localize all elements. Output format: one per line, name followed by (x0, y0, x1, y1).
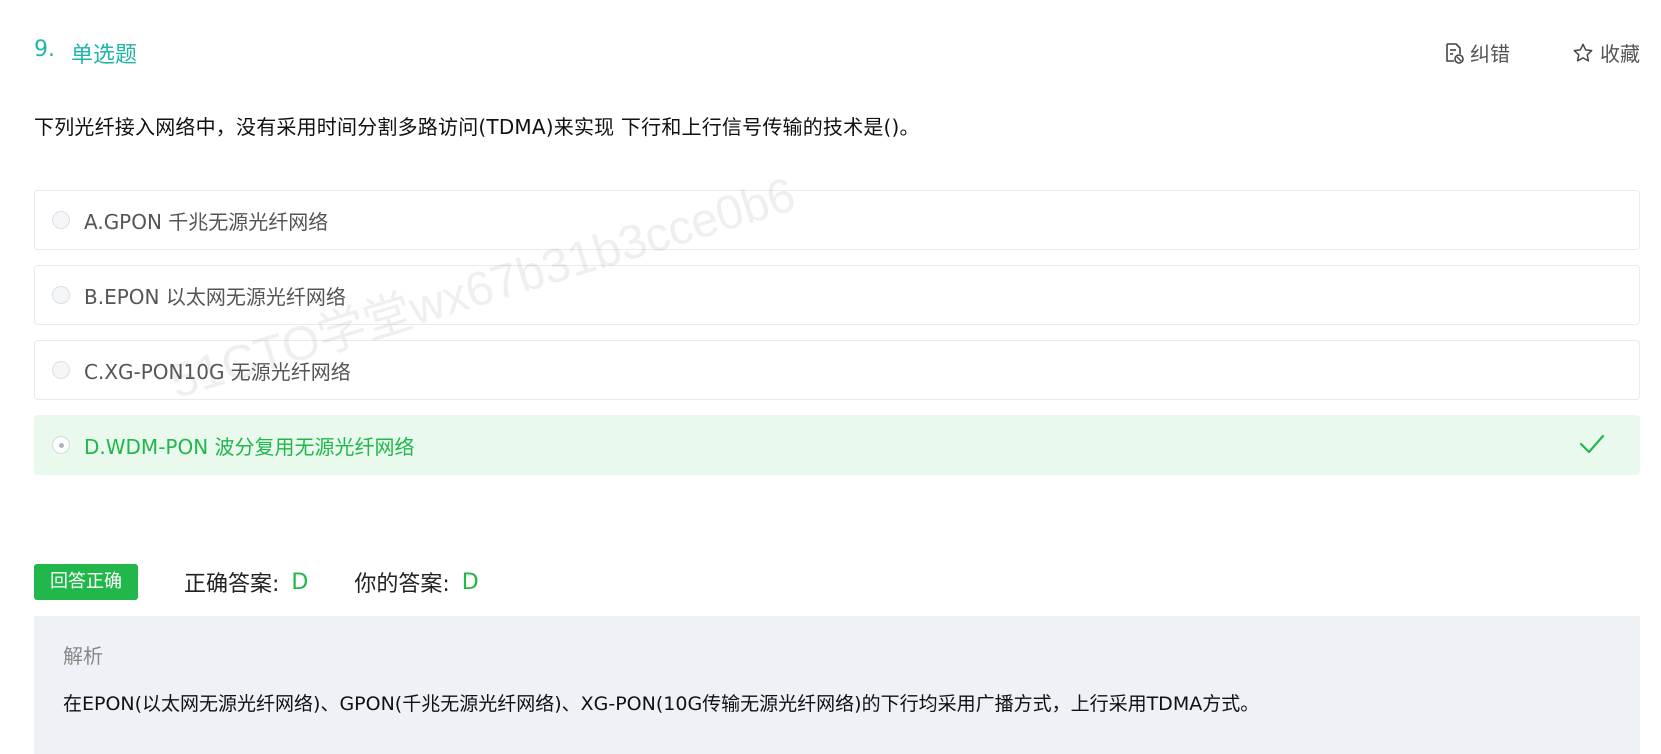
radio-button[interactable] (52, 211, 70, 229)
option-c[interactable]: C.XG-PON10G 无源光纤网络 (34, 340, 1640, 400)
your-answer-label: 你的答案: (354, 572, 450, 597)
analysis-panel: 解析 在EPON(以太网无源光纤网络)、GPON(千兆无源光纤网络)、XG-PO… (34, 616, 1640, 754)
star-outline-icon (1572, 42, 1594, 64)
radio-button[interactable] (52, 361, 70, 379)
option-d[interactable]: D.WDM-PON 波分复用无源光纤网络 (34, 415, 1640, 475)
favorite-button[interactable]: 收藏 (1572, 38, 1640, 67)
question-number: 9. (34, 37, 55, 62)
options-list: A.GPON 千兆无源光纤网络 B.EPON 以太网无源光纤网络 C.XG-PO… (34, 190, 1640, 490)
report-error-label: 纠错 (1470, 42, 1510, 66)
option-label: C.XG-PON10G 无源光纤网络 (84, 359, 351, 384)
favorite-label: 收藏 (1600, 42, 1640, 66)
report-error-button[interactable]: 纠错 (1444, 38, 1510, 67)
question-stem: 下列光纤接入网络中，没有采用时间分割多路访问(TDMA)来实现 下行和上行信号传… (34, 115, 920, 139)
question-page: 9. 单选题 纠错 收藏 下列光纤接入网络中，没有采用时间分割多路访问(TDMA… (0, 0, 1661, 754)
option-a[interactable]: A.GPON 千兆无源光纤网络 (34, 190, 1640, 250)
radio-button[interactable] (52, 436, 70, 454)
option-label: D.WDM-PON 波分复用无源光纤网络 (84, 434, 415, 459)
correct-answer-label: 正确答案: (184, 572, 280, 597)
correct-answer: 正确答案: D (184, 566, 308, 598)
result-badge: 回答正确 (34, 564, 138, 600)
your-answer-value: D (461, 569, 479, 595)
question-header: 9. 单选题 纠错 收藏 (34, 32, 1640, 70)
answer-result: 回答正确 正确答案: D 你的答案: D (34, 564, 525, 600)
option-label: B.EPON 以太网无源光纤网络 (84, 284, 346, 309)
correct-answer-value: D (291, 569, 309, 595)
question-title: 9. 单选题 (34, 37, 137, 69)
report-document-icon (1444, 42, 1464, 64)
radio-button[interactable] (52, 286, 70, 304)
question-type: 单选题 (71, 43, 138, 68)
question-actions: 纠错 收藏 (1444, 38, 1640, 67)
your-answer: 你的答案: D (354, 566, 478, 598)
option-b[interactable]: B.EPON 以太网无源光纤网络 (34, 265, 1640, 325)
checkmark-icon (1579, 433, 1605, 459)
analysis-body: 在EPON(以太网无源光纤网络)、GPON(千兆无源光纤网络)、XG-PON(1… (63, 693, 1260, 715)
analysis-title: 解析 (63, 644, 103, 668)
option-label: A.GPON 千兆无源光纤网络 (84, 209, 329, 234)
